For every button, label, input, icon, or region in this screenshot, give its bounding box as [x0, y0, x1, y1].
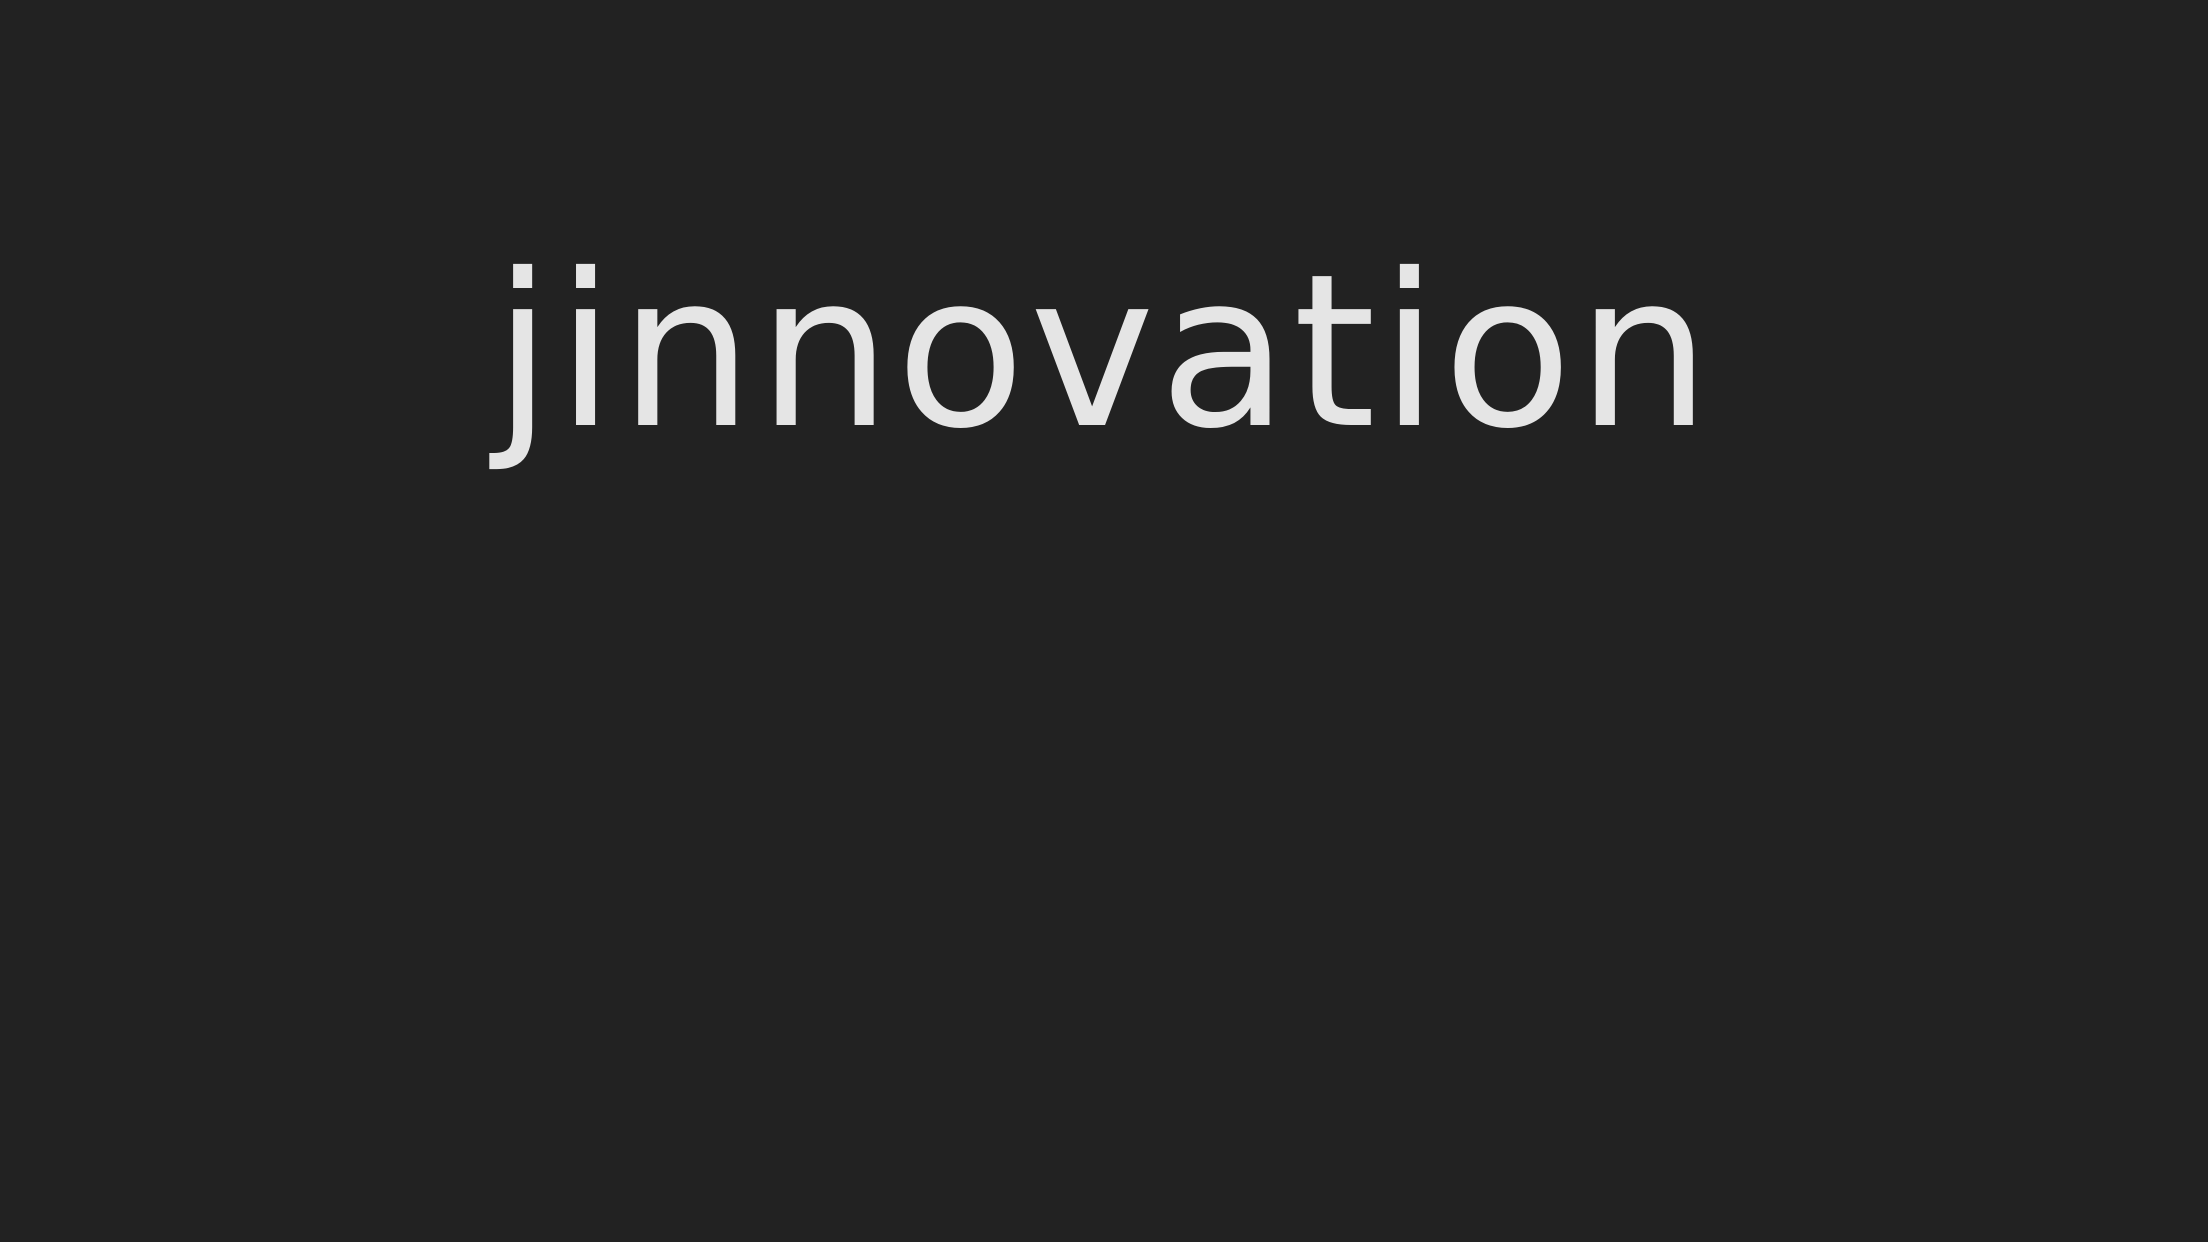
splash-screen: jinnovation	[0, 0, 2208, 1242]
brand-wordmark: jinnovation	[493, 228, 1715, 475]
